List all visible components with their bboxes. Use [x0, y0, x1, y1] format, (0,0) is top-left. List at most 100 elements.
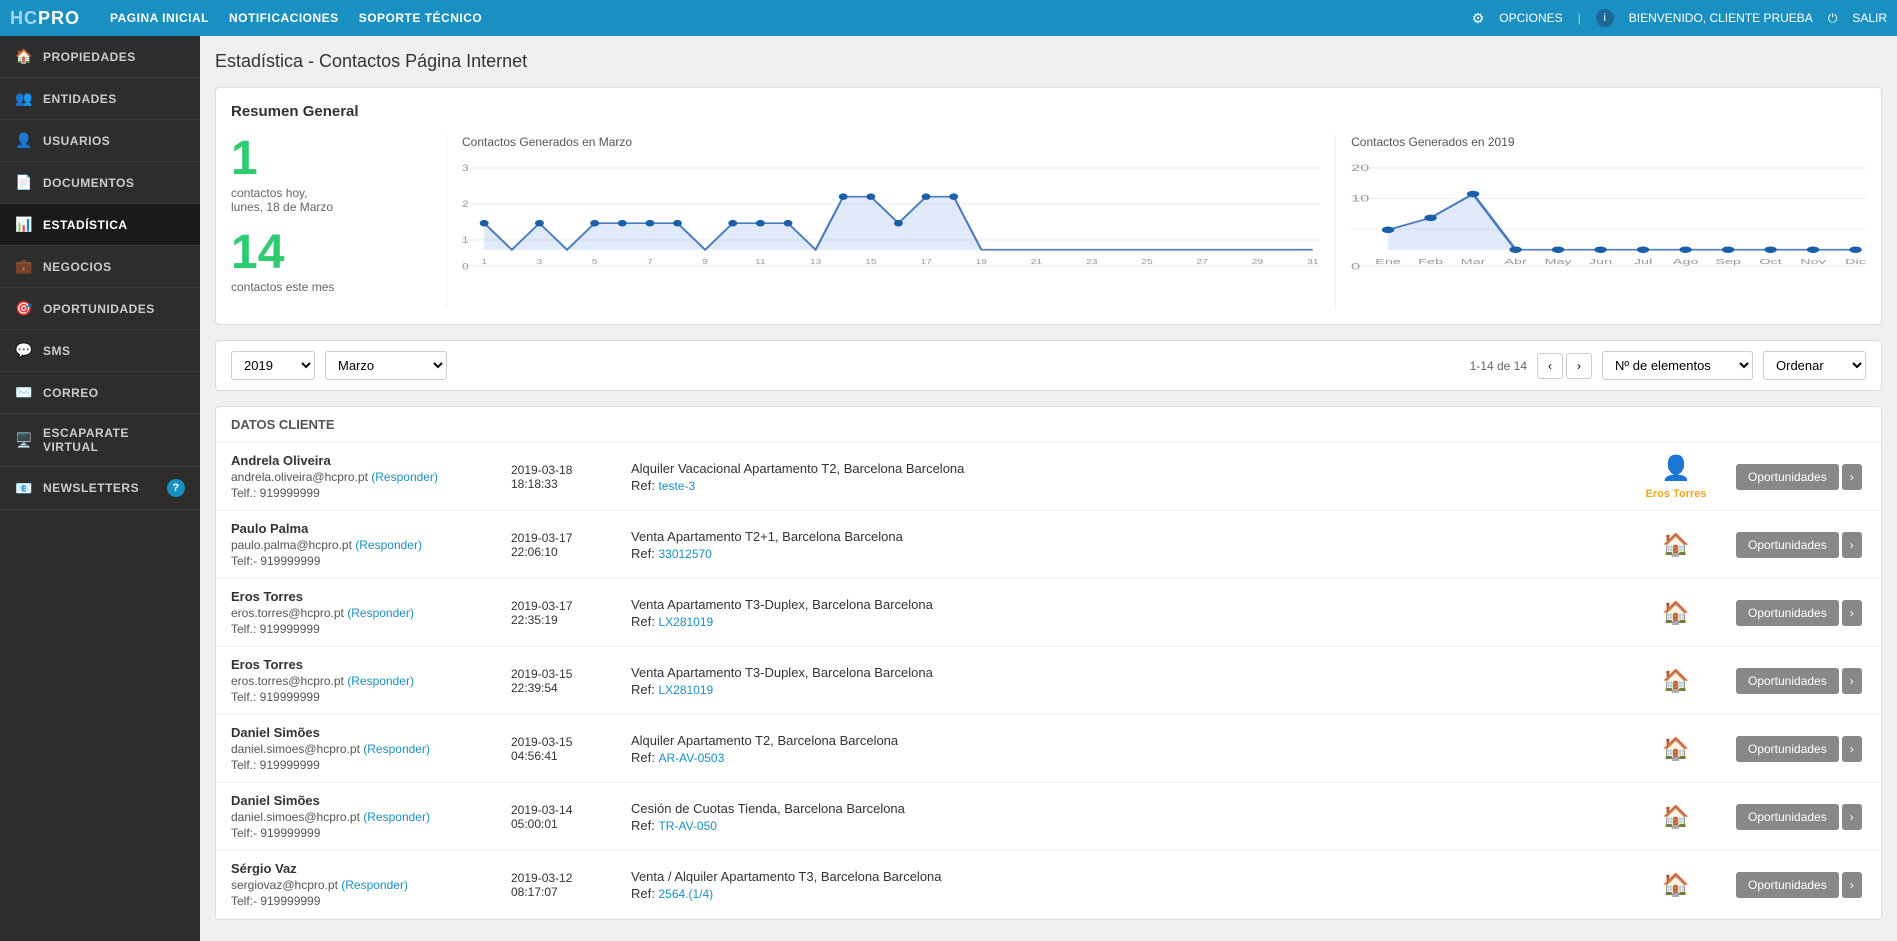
sidebar-label-sms: SMS: [43, 344, 71, 358]
sidebar-item-sms[interactable]: 💬 SMS: [0, 330, 200, 372]
detail-btn-1[interactable]: ›: [1842, 464, 1862, 490]
date-5: 2019-03-15: [511, 735, 631, 749]
table-row: Daniel Simões daniel.simoes@hcpro.pt (Re…: [216, 715, 1881, 783]
reply-link-1[interactable]: (Responder): [371, 470, 438, 484]
svg-text:10: 10: [1351, 194, 1369, 204]
reply-link-5[interactable]: (Responder): [363, 742, 430, 756]
client-phone-5: Telf.: 919999999: [231, 758, 511, 772]
month-select[interactable]: Enero Febrero Marzo Abril Mayo Junio Jul…: [325, 351, 447, 380]
actions-col-7: Oportunidades ›: [1736, 872, 1866, 898]
order-select[interactable]: Ordenar Fecha Cliente: [1763, 351, 1866, 380]
reply-link-2[interactable]: (Responder): [355, 538, 422, 552]
client-col-3: Eros Torres eros.torres@hcpro.pt (Respon…: [231, 589, 511, 636]
sidebar-item-correo[interactable]: ✉️ CORREO: [0, 372, 200, 414]
sidebar-item-escaparate[interactable]: 🖥️ ESCAPARATE VIRTUAL: [0, 414, 200, 467]
svg-text:0: 0: [1351, 261, 1360, 271]
client-name-3: Eros Torres: [231, 589, 511, 604]
logout-link[interactable]: SALIR: [1852, 11, 1887, 25]
reply-link-4[interactable]: (Responder): [347, 674, 414, 688]
ref-link-4[interactable]: LX281019: [658, 683, 713, 697]
date-3: 2019-03-17: [511, 599, 631, 613]
reply-link-7[interactable]: (Responder): [341, 878, 408, 892]
sidebar-item-entidades[interactable]: 👥 ENTIDADES: [0, 78, 200, 120]
actions-col-2: Oportunidades ›: [1736, 532, 1866, 558]
date-2: 2019-03-17: [511, 531, 631, 545]
prev-page-button[interactable]: ‹: [1537, 353, 1563, 379]
ref-link-5[interactable]: AR-AV-0503: [658, 751, 724, 765]
oportunidades-btn-3[interactable]: Oportunidades: [1736, 600, 1839, 626]
items-per-page-select[interactable]: Nº de elementos 10 25 50: [1602, 351, 1753, 380]
client-email-2: paulo.palma@hcpro.pt (Responder): [231, 538, 511, 552]
sidebar-item-negocios[interactable]: 💼 NEGOCIOS: [0, 246, 200, 288]
ref-link-7[interactable]: 2564.(1/4): [658, 887, 713, 901]
table-row: Daniel Simões daniel.simoes@hcpro.pt (Re…: [216, 783, 1881, 851]
table-row: Sérgio Vaz sergiovaz@hcpro.pt (Responder…: [216, 851, 1881, 919]
svg-text:23: 23: [1086, 257, 1098, 265]
nav-support[interactable]: SOPORTE TÉCNICO: [359, 11, 483, 25]
svg-text:Ene: Ene: [1375, 258, 1401, 266]
client-col-6: Daniel Simões daniel.simoes@hcpro.pt (Re…: [231, 793, 511, 840]
stat-month-label: contactos este mes: [231, 280, 431, 294]
table-row: Eros Torres eros.torres@hcpro.pt (Respon…: [216, 647, 1881, 715]
reply-link-3[interactable]: (Responder): [347, 606, 414, 620]
ref-link-6[interactable]: TR-AV-050: [658, 819, 716, 833]
agent-col-6: 🏠: [1616, 804, 1736, 830]
svg-text:29: 29: [1252, 257, 1264, 265]
house-icon-7: 🏠: [1616, 872, 1736, 898]
options-link[interactable]: OPCIONES: [1499, 11, 1562, 25]
property-ref-6: Ref: TR-AV-050: [631, 818, 1616, 833]
client-phone-6: Telf:- 919999999: [231, 826, 511, 840]
stat-month-number: 14: [231, 229, 431, 277]
sidebar-item-documentos[interactable]: 📄 DOCUMENTOS: [0, 162, 200, 204]
detail-btn-2[interactable]: ›: [1842, 532, 1862, 558]
next-page-button[interactable]: ›: [1566, 353, 1592, 379]
ref-link-1[interactable]: teste-3: [658, 479, 695, 493]
chart-marzo-title: Contactos Generados en Marzo: [462, 135, 1320, 149]
detail-btn-5[interactable]: ›: [1842, 736, 1862, 762]
client-phone-4: Telf.: 919999999: [231, 690, 511, 704]
action-group-2: Oportunidades ›: [1736, 532, 1866, 558]
client-phone-1: Telf.: 919999999: [231, 486, 511, 500]
oportunidades-btn-6[interactable]: Oportunidades: [1736, 804, 1839, 830]
actions-col-3: Oportunidades ›: [1736, 600, 1866, 626]
house-icon-6: 🏠: [1616, 804, 1736, 830]
sidebar-label-escaparate: ESCAPARATE VIRTUAL: [43, 426, 185, 454]
client-phone-7: Telf:- 919999999: [231, 894, 511, 908]
svg-text:19: 19: [976, 257, 988, 265]
oportunidades-btn-2[interactable]: Oportunidades: [1736, 532, 1839, 558]
oportunidades-btn-5[interactable]: Oportunidades: [1736, 736, 1839, 762]
sidebar-item-newsletters[interactable]: 📧 NEWSLETTERS ?: [0, 467, 200, 510]
nav-right: ⚙ OPCIONES | i BIENVENIDO, CLIENTE PRUEB…: [1472, 9, 1887, 27]
year-select[interactable]: 2019 2018 2017: [231, 351, 315, 380]
time-5: 04:56:41: [511, 749, 631, 763]
sidebar-item-usuarios[interactable]: 👤 USUARIOS: [0, 120, 200, 162]
nav-home[interactable]: PAGINA INICIAL: [110, 11, 209, 25]
sidebar-item-propiedades[interactable]: 🏠 PROPIEDADES: [0, 36, 200, 78]
oportunidades-btn-1[interactable]: Oportunidades: [1736, 464, 1839, 490]
oportunidades-btn-7[interactable]: Oportunidades: [1736, 872, 1839, 898]
svg-text:Ago: Ago: [1673, 258, 1699, 266]
reply-link-6[interactable]: (Responder): [363, 810, 430, 824]
time-6: 05:00:01: [511, 817, 631, 831]
detail-btn-7[interactable]: ›: [1842, 872, 1862, 898]
detail-btn-6[interactable]: ›: [1842, 804, 1862, 830]
stats-card-title: Resumen General: [231, 103, 1866, 120]
agent-col-4: 🏠: [1616, 668, 1736, 694]
detail-btn-3[interactable]: ›: [1842, 600, 1862, 626]
client-name-7: Sérgio Vaz: [231, 861, 511, 876]
house-icon-5: 🏠: [1616, 736, 1736, 762]
nav-notifications[interactable]: NOTIFICACIONES: [229, 11, 339, 25]
ref-link-2[interactable]: 33012570: [658, 547, 711, 561]
time-7: 08:17:07: [511, 885, 631, 899]
nav-links: PAGINA INICIAL NOTIFICACIONES SOPORTE TÉ…: [110, 11, 1472, 25]
svg-text:31: 31: [1307, 257, 1319, 265]
date-col-3: 2019-03-17 22:35:19: [511, 599, 631, 627]
detail-btn-4[interactable]: ›: [1842, 668, 1862, 694]
sidebar-item-estadistica[interactable]: 📊 ESTADÍSTICA: [0, 204, 200, 246]
property-type-7: Venta / Alquiler Apartamento T3, Barcelo…: [631, 869, 1616, 884]
agent-col-7: 🏠: [1616, 872, 1736, 898]
svg-text:Jul: Jul: [1634, 258, 1652, 266]
ref-link-3[interactable]: LX281019: [658, 615, 713, 629]
oportunidades-btn-4[interactable]: Oportunidades: [1736, 668, 1839, 694]
sidebar-item-oportunidades[interactable]: 🎯 OPORTUNIDADES: [0, 288, 200, 330]
